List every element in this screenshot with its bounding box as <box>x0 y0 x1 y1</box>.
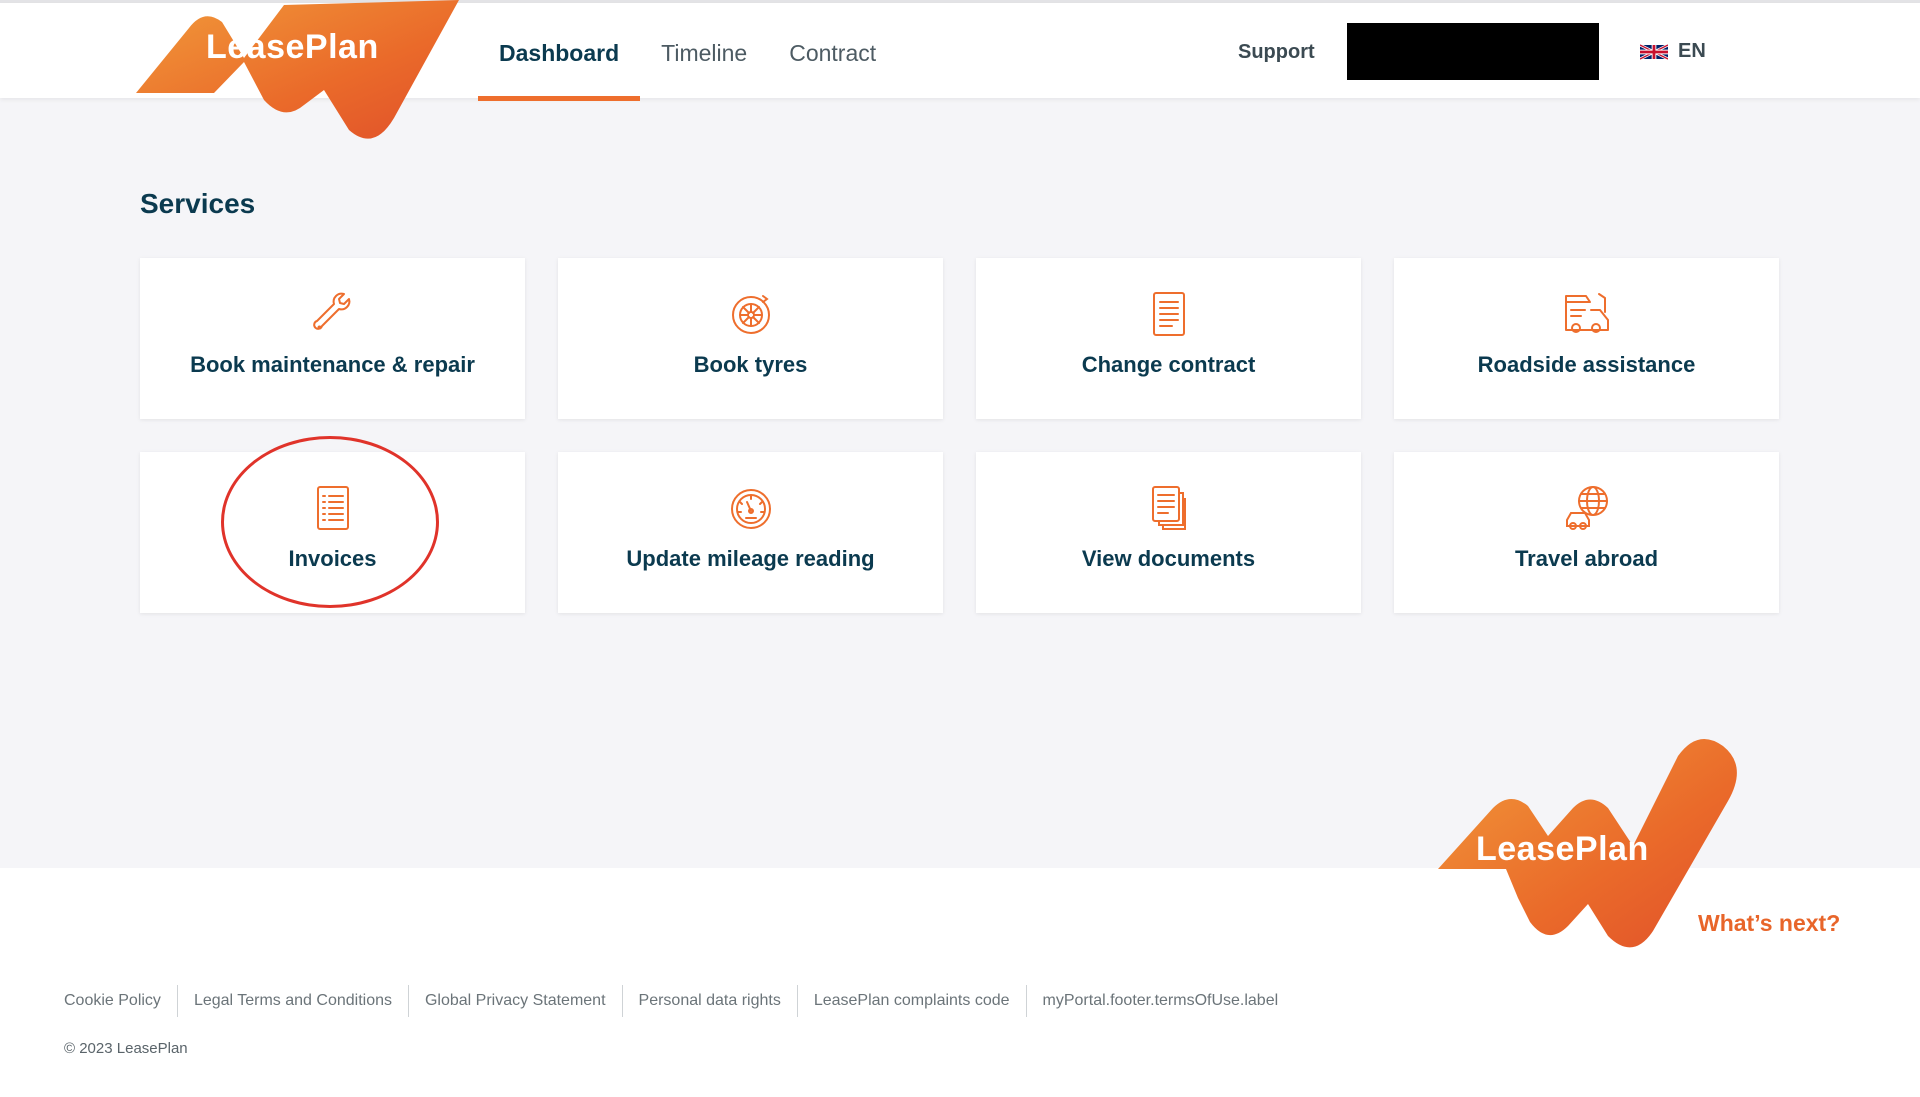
main-nav: Dashboard Timeline Contract <box>478 6 897 101</box>
footer-link-cookie-policy[interactable]: Cookie Policy <box>64 992 177 1010</box>
footer-link-legal-terms[interactable]: Legal Terms and Conditions <box>178 992 408 1010</box>
uk-flag-icon <box>1640 43 1668 60</box>
footer-links: Cookie Policy Legal Terms and Conditions… <box>64 985 1294 1017</box>
service-card-label: Update mileage reading <box>626 546 875 571</box>
service-card-label: View documents <box>1081 546 1256 571</box>
service-card-view-documents[interactable]: View documents <box>976 452 1361 613</box>
service-card-label: Travel abroad <box>1514 546 1659 571</box>
footer-tagline: What’s next? <box>1698 910 1841 936</box>
footer-brand-logo-label: LeasePlan <box>1476 830 1649 868</box>
redacted-user-area <box>1347 23 1599 80</box>
service-card-label: Invoices <box>288 546 377 571</box>
services-title: Services <box>140 188 256 219</box>
tow-truck-icon <box>1564 293 1609 333</box>
brand-logo-label: LeasePlan <box>206 28 379 66</box>
service-card-change-contract[interactable]: Change contract <box>976 258 1361 419</box>
wrench-icon <box>312 292 350 330</box>
service-card-tyres[interactable]: Book tyres <box>558 258 943 419</box>
nav-tab-contract[interactable]: Contract <box>768 6 897 101</box>
document-icon <box>1152 292 1185 336</box>
service-card-invoices[interactable]: Invoices <box>140 452 525 613</box>
language-selector[interactable]: EN <box>1640 40 1706 63</box>
nav-tab-dashboard[interactable]: Dashboard <box>478 6 641 101</box>
tyre-icon <box>731 295 770 334</box>
service-card-label: Roadside assistance <box>1477 352 1696 377</box>
nav-tab-timeline[interactable]: Timeline <box>640 6 768 101</box>
support-link[interactable]: Support <box>1238 41 1315 64</box>
language-label: EN <box>1678 40 1706 62</box>
footer-link-complaints-code[interactable]: LeasePlan complaints code <box>798 992 1026 1010</box>
service-card-label: Change contract <box>1081 352 1256 377</box>
footer-link-terms-of-use[interactable]: myPortal.footer.termsOfUse.label <box>1027 992 1295 1010</box>
service-card-label: Book tyres <box>693 352 808 377</box>
service-card-travel-abroad[interactable]: Travel abroad <box>1394 452 1779 613</box>
globe-car-icon <box>1565 486 1608 530</box>
service-card-label: Book maintenance & repair <box>190 352 475 377</box>
leaseplan-logo-shape <box>136 0 459 139</box>
service-card-mileage[interactable]: Update mileage reading <box>558 452 943 613</box>
speedometer-icon <box>730 489 771 529</box>
footer-link-personal-data-rights[interactable]: Personal data rights <box>623 992 797 1010</box>
leaseplan-logo[interactable]: LeasePlan <box>134 0 464 150</box>
service-card-roadside[interactable]: Roadside assistance <box>1394 258 1779 419</box>
footer-link-privacy-statement[interactable]: Global Privacy Statement <box>409 992 622 1010</box>
documents-stack-icon <box>1151 486 1186 530</box>
service-card-maintenance[interactable]: Book maintenance & repair <box>140 258 525 419</box>
copyright-text: © 2023 LeasePlan <box>64 1040 188 1057</box>
invoice-icon <box>316 486 349 530</box>
